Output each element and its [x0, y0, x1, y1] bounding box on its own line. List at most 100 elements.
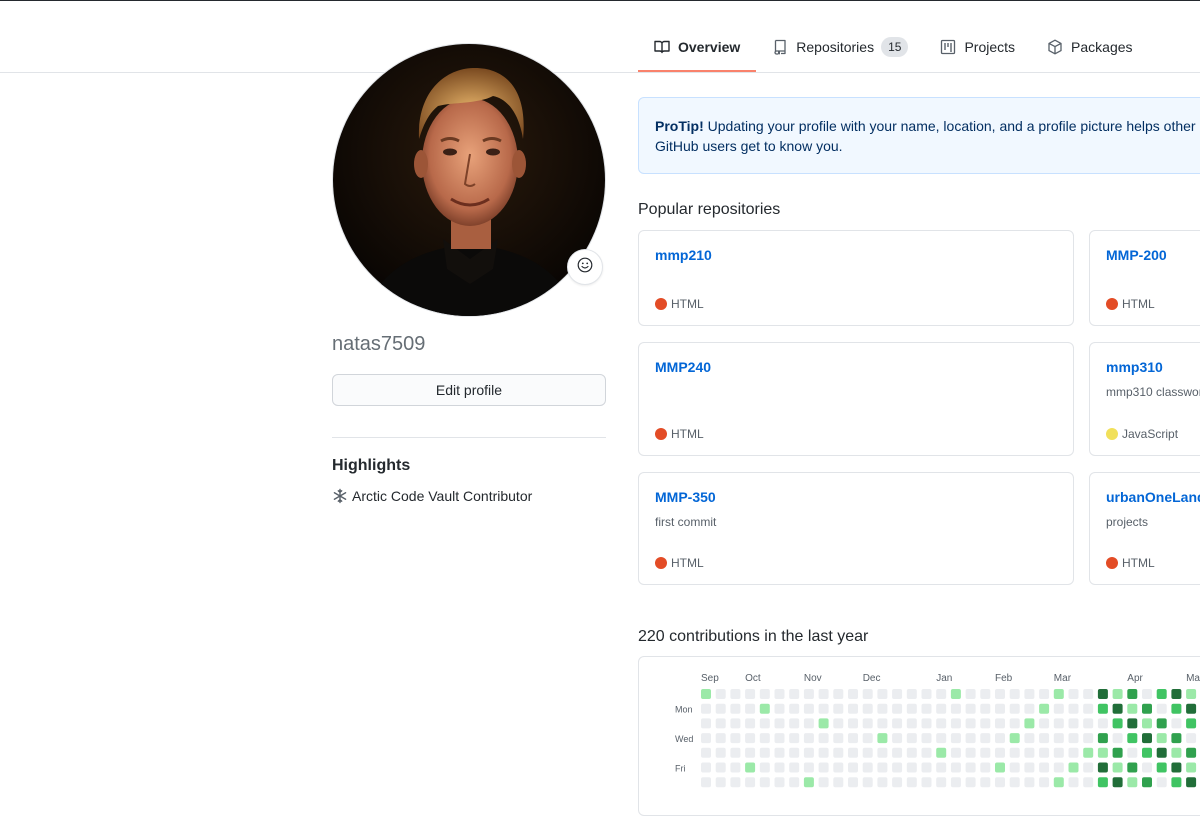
contribution-day[interactable] — [1186, 718, 1197, 729]
contribution-day[interactable] — [995, 689, 1005, 699]
contribution-day[interactable] — [1142, 777, 1152, 788]
repo-link[interactable]: mmp310 — [1106, 359, 1200, 375]
contribution-day[interactable] — [818, 703, 829, 714]
contribution-day[interactable] — [774, 777, 785, 788]
contribution-day[interactable] — [892, 703, 903, 714]
contribution-day[interactable] — [877, 733, 888, 744]
contribution-day[interactable] — [1053, 777, 1064, 788]
contribution-day[interactable] — [833, 777, 844, 788]
contribution-day[interactable] — [1097, 703, 1108, 714]
contribution-day[interactable] — [774, 718, 785, 729]
contribution-day[interactable] — [848, 762, 858, 773]
contribution-day[interactable] — [906, 762, 917, 773]
contribution-day[interactable] — [1024, 733, 1035, 744]
contribution-day[interactable] — [848, 747, 858, 758]
contribution-day[interactable] — [1039, 733, 1050, 744]
tab-projects[interactable]: Projects — [924, 30, 1031, 72]
contribution-day[interactable] — [965, 777, 976, 788]
contribution-day[interactable] — [730, 718, 741, 729]
contribution-day[interactable] — [818, 689, 829, 699]
contribution-day[interactable] — [1142, 718, 1152, 729]
contribution-day[interactable] — [921, 718, 932, 729]
contribution-day[interactable] — [936, 762, 947, 773]
contribution-day[interactable] — [1156, 718, 1167, 729]
contribution-day[interactable] — [1142, 762, 1152, 773]
contribution-day[interactable] — [774, 762, 785, 773]
contribution-day[interactable] — [715, 718, 726, 729]
set-status-button[interactable] — [567, 249, 603, 285]
contribution-day[interactable] — [715, 762, 726, 773]
contribution-day[interactable] — [774, 703, 785, 714]
contribution-day[interactable] — [818, 718, 829, 729]
contribution-day[interactable] — [833, 689, 844, 699]
contribution-day[interactable] — [1068, 747, 1079, 758]
contribution-day[interactable] — [789, 703, 800, 714]
contribution-day[interactable] — [1171, 733, 1182, 744]
contribution-day[interactable] — [1112, 733, 1123, 744]
repo-link[interactable]: urbanOneLanding — [1106, 489, 1200, 505]
contribution-day[interactable] — [1142, 733, 1152, 744]
tab-overview[interactable]: Overview — [638, 30, 757, 72]
contribution-day[interactable] — [1068, 718, 1079, 729]
contribution-day[interactable] — [701, 762, 711, 773]
contribution-day[interactable] — [1009, 747, 1020, 758]
contribution-day[interactable] — [1186, 703, 1197, 714]
contribution-day[interactable] — [833, 762, 844, 773]
contribution-day[interactable] — [1009, 733, 1020, 744]
avatar[interactable] — [332, 43, 606, 317]
contribution-day[interactable] — [1068, 762, 1079, 773]
edit-profile-button[interactable]: Edit profile — [332, 374, 606, 406]
contribution-day[interactable] — [715, 747, 726, 758]
contribution-day[interactable] — [980, 689, 991, 699]
contribution-day[interactable] — [1039, 747, 1050, 758]
contribution-day[interactable] — [745, 689, 756, 699]
contribution-day[interactable] — [1171, 718, 1182, 729]
contribution-day[interactable] — [995, 718, 1005, 729]
contribution-day[interactable] — [906, 703, 917, 714]
repo-link[interactable]: MMP240 — [655, 359, 1057, 375]
contribution-day[interactable] — [789, 718, 800, 729]
contribution-day[interactable] — [1068, 689, 1079, 699]
contribution-day[interactable] — [965, 689, 976, 699]
contribution-day[interactable] — [1024, 689, 1035, 699]
repo-link[interactable]: mmp210 — [655, 247, 1057, 263]
contribution-day[interactable] — [862, 733, 873, 744]
contribution-day[interactable] — [1127, 703, 1138, 714]
contribution-day[interactable] — [789, 733, 800, 744]
contribution-day[interactable] — [892, 689, 903, 699]
contribution-day[interactable] — [1009, 762, 1020, 773]
contribution-day[interactable] — [803, 777, 814, 788]
contribution-day[interactable] — [730, 777, 741, 788]
contribution-day[interactable] — [818, 777, 829, 788]
contribution-day[interactable] — [965, 718, 976, 729]
contribution-day[interactable] — [730, 733, 741, 744]
contribution-day[interactable] — [1068, 777, 1079, 788]
contribution-day[interactable] — [848, 703, 858, 714]
contribution-day[interactable] — [1112, 747, 1123, 758]
contribution-day[interactable] — [1097, 762, 1108, 773]
contribution-day[interactable] — [701, 689, 711, 699]
contribution-day[interactable] — [862, 689, 873, 699]
contribution-day[interactable] — [730, 703, 741, 714]
contribution-day[interactable] — [950, 777, 961, 788]
contribution-day[interactable] — [1083, 703, 1094, 714]
contribution-day[interactable] — [980, 733, 991, 744]
contribution-day[interactable] — [1083, 762, 1094, 773]
contribution-day[interactable] — [1186, 777, 1197, 788]
contribution-day[interactable] — [774, 747, 785, 758]
contribution-day[interactable] — [936, 718, 947, 729]
contribution-day[interactable] — [1127, 747, 1138, 758]
contribution-day[interactable] — [1142, 747, 1152, 758]
contribution-day[interactable] — [877, 762, 888, 773]
contribution-day[interactable] — [818, 762, 829, 773]
contribution-day[interactable] — [1039, 718, 1050, 729]
contribution-day[interactable] — [877, 703, 888, 714]
contribution-day[interactable] — [833, 703, 844, 714]
contribution-day[interactable] — [921, 703, 932, 714]
contribution-day[interactable] — [892, 718, 903, 729]
repo-link[interactable]: MMP-200 — [1106, 247, 1200, 263]
contribution-day[interactable] — [1171, 689, 1182, 699]
contribution-day[interactable] — [730, 747, 741, 758]
contribution-day[interactable] — [1053, 733, 1064, 744]
contribution-day[interactable] — [921, 733, 932, 744]
